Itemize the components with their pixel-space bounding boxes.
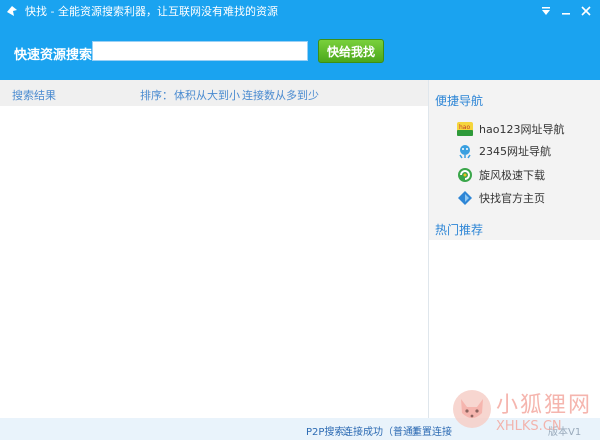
watermark: 小狐狸网 XHLKS.CN (452, 387, 592, 434)
svg-text:hao: hao (459, 124, 470, 131)
whirlwind-icon (457, 167, 473, 183)
app-logo-icon (5, 4, 19, 18)
watermark-cn: 小狐狸网 (495, 393, 592, 418)
watermark-en: XHLKS.CN (495, 419, 562, 434)
results-list (0, 106, 428, 418)
nav-item-label: 旋风极速下载 (479, 169, 545, 182)
close-icon[interactable] (576, 1, 596, 21)
nav-item-kuaizhao-home[interactable]: 快找官方主页 (457, 189, 545, 207)
results-header-label: 搜索结果 (12, 89, 56, 102)
window-title: 快找 - 全能资源搜索利器，让互联网没有难找的资源 (25, 5, 278, 18)
sort-by-connections-link[interactable]: 连接数从多到少 (242, 87, 319, 103)
watermark-text: 小狐狸网 XHLKS.CN (496, 387, 592, 434)
search-bar: 快速资源搜索 快给我找 (0, 22, 600, 80)
kuaizhao-home-icon (457, 190, 473, 206)
hao123-icon: hao (457, 121, 473, 137)
menu-dropdown-icon[interactable] (536, 1, 556, 21)
nav-item-label: 2345网址导航 (479, 145, 551, 158)
reconnect-link[interactable]: 重置连接 (412, 423, 452, 438)
nav-item-2345[interactable]: 2345网址导航 (457, 142, 551, 160)
window-controls (536, 0, 596, 22)
sort-label: 排序： (140, 89, 173, 102)
search-label: 快速资源搜索 (14, 48, 93, 63)
nav-item-whirlwind[interactable]: 旋风极速下载 (457, 166, 545, 184)
hot-recommend-title: 热门推荐 (435, 223, 484, 237)
connection-status: 连接成功（普通） (343, 427, 423, 438)
nav-item-label: 快找官方主页 (479, 192, 545, 205)
2345-icon (457, 143, 473, 159)
nav-item-label: hao123网址导航 (479, 123, 565, 136)
sort-by-size-link[interactable]: 体积从大到小 (174, 87, 240, 103)
search-input[interactable] (92, 41, 308, 61)
minimize-icon[interactable] (556, 1, 576, 21)
sidebar: 便捷导航 hao hao123网址导航 2345网址导航 旋风极速下载 快找官方… (429, 80, 600, 418)
results-header: 搜索结果 排序： 体积从大到小 连接数从多到少 (0, 80, 428, 106)
search-button[interactable]: 快给我找 (318, 39, 384, 63)
title-bar: 快找 - 全能资源搜索利器，让互联网没有难找的资源 (0, 0, 600, 22)
quick-nav-title: 便捷导航 (435, 94, 484, 108)
nav-item-hao123[interactable]: hao hao123网址导航 (457, 120, 564, 138)
fox-logo-icon (452, 389, 492, 432)
